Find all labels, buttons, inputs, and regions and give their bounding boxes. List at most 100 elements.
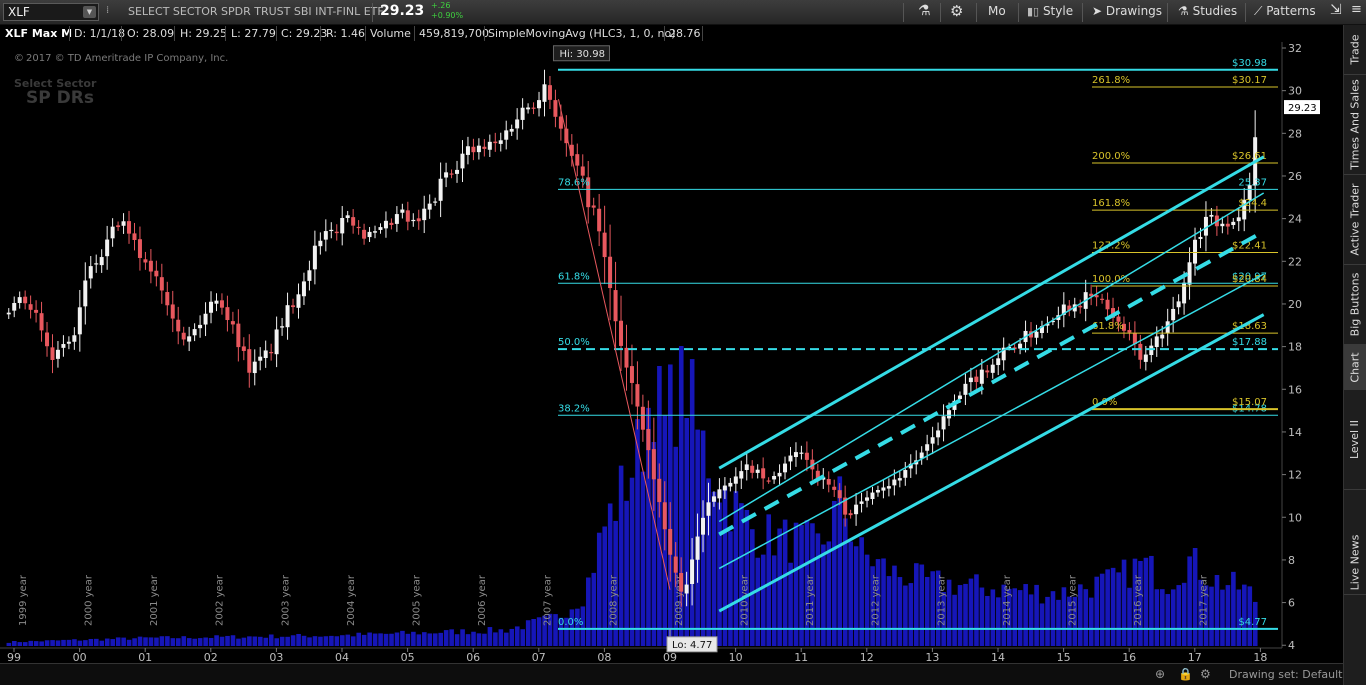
tab-trade-label: Trade xyxy=(1348,34,1362,65)
volume-bar xyxy=(334,636,340,646)
tab-times-and-sales[interactable]: Times And Sales xyxy=(1344,75,1366,175)
time-tick-label: 18 xyxy=(1253,651,1267,663)
fib-retracement-value: $30.98 xyxy=(1232,58,1267,69)
candle-body xyxy=(553,100,558,117)
candle-body xyxy=(460,153,465,169)
gear-icon[interactable]: ⚙ xyxy=(950,2,963,20)
volume-bar xyxy=(307,637,312,646)
candle-body xyxy=(733,476,738,484)
volume-bar xyxy=(110,639,116,646)
drawing-set-label[interactable]: Drawing set: Default xyxy=(1229,668,1342,681)
volume-bar xyxy=(1181,582,1187,646)
candle-body xyxy=(318,240,323,247)
volume-bar xyxy=(476,633,482,646)
candle-body xyxy=(143,259,148,263)
candle-body xyxy=(504,130,509,140)
tab-active-trader[interactable]: Active Trader xyxy=(1344,175,1366,265)
menu-icon[interactable]: ≡ xyxy=(1351,2,1362,17)
year-label: 2017 year xyxy=(1199,574,1210,626)
volume-bar xyxy=(1149,555,1154,646)
divider xyxy=(414,26,415,41)
volume-bar xyxy=(914,563,919,646)
time-tick-label: 12 xyxy=(860,651,874,663)
drawings-menu[interactable]: ➤ Drawings xyxy=(1092,4,1162,18)
year-label: 2001 year xyxy=(149,574,160,626)
volume-bar xyxy=(536,617,542,646)
candle-body xyxy=(263,350,268,359)
tab-chart[interactable]: Chart xyxy=(1344,345,1366,390)
volume-bar xyxy=(733,491,739,646)
candle-body xyxy=(624,347,629,368)
year-label: 2004 year xyxy=(346,574,357,626)
drawings-label: Drawings xyxy=(1105,4,1163,18)
volume-bar xyxy=(1187,556,1192,646)
volume-bar xyxy=(61,639,66,646)
volume-bar xyxy=(252,636,258,646)
volume-bar xyxy=(985,595,990,646)
candle-body xyxy=(996,358,1001,366)
symbol-value[interactable]: XLF xyxy=(8,5,30,19)
candle-body xyxy=(312,245,317,270)
volume-bar xyxy=(66,639,72,646)
grid-icon[interactable]: ⁞ xyxy=(106,5,109,16)
candle-body xyxy=(706,502,711,516)
candle-body xyxy=(301,281,306,297)
divider xyxy=(976,3,977,22)
candle-body xyxy=(373,231,378,233)
symbol-input[interactable]: XLF ▼ xyxy=(3,3,99,21)
study-label[interactable]: SimpleMovingAvg (HLC3, 1, 0, no) xyxy=(488,27,676,40)
divider xyxy=(702,26,703,41)
volume-bar xyxy=(864,554,870,646)
candle-body xyxy=(192,329,197,336)
price-tick-label: 24 xyxy=(1288,213,1302,226)
fib-extension-label: 261.8% xyxy=(1092,75,1130,86)
candle-body xyxy=(701,517,706,535)
candle-body xyxy=(214,300,219,304)
volume-bar xyxy=(487,627,493,646)
high-marker-label: Hi: 30.98 xyxy=(559,49,604,60)
expand-icon[interactable]: ⇲ xyxy=(1330,2,1342,18)
price-chart[interactable]: © 2017 © TD Ameritrade IP Company, Inc. … xyxy=(0,42,1343,663)
candle-body xyxy=(203,313,208,325)
flask-icon[interactable]: ⚗ xyxy=(918,3,931,19)
aggregation-button[interactable]: Mo xyxy=(988,4,1006,18)
studies-menu[interactable]: ⚗ Studies xyxy=(1178,4,1237,18)
crosshair-icon[interactable]: ⊕ xyxy=(1155,667,1165,681)
chart-title[interactable]: XLF Max M xyxy=(5,27,72,40)
tab-level-ii[interactable]: Level II xyxy=(1344,390,1366,490)
volume-bar xyxy=(1154,589,1160,646)
candle-body xyxy=(646,429,651,451)
settings-icon[interactable]: ⚙ xyxy=(1200,667,1211,681)
candle-body xyxy=(580,166,585,176)
tab-live-news[interactable]: Live News xyxy=(1344,530,1366,595)
candle-body xyxy=(640,406,645,430)
volume-bar xyxy=(996,597,1001,646)
divider xyxy=(365,26,366,41)
style-menu[interactable]: ▮▯ Style xyxy=(1027,4,1073,18)
volume-bar xyxy=(126,639,132,646)
candle-body xyxy=(121,221,126,226)
bar-range: R: 1.46 xyxy=(326,27,365,40)
volume-bar xyxy=(1225,585,1231,646)
volume-bar xyxy=(394,632,400,646)
tab-big-buttons[interactable]: Big Buttons xyxy=(1344,265,1366,345)
volume-bar xyxy=(1012,588,1018,646)
candle-body xyxy=(241,346,246,351)
volume-bar xyxy=(422,632,427,646)
year-label: 2007 year xyxy=(543,574,554,626)
patterns-menu[interactable]: ⟋ Patterns xyxy=(1254,4,1316,19)
candle-body xyxy=(187,336,192,342)
volume-bar xyxy=(312,636,318,646)
candle-body xyxy=(941,416,946,430)
fib-extension-label: 100.0% xyxy=(1092,274,1130,285)
lock-icon[interactable]: 🔒 xyxy=(1178,667,1193,681)
tab-trade[interactable]: Trade xyxy=(1344,25,1366,75)
volume-bar xyxy=(263,637,269,646)
right-sidebar: Trade Times And Sales Active Trader Big … xyxy=(1343,25,1366,685)
candle-body xyxy=(968,377,973,383)
volume-bar xyxy=(1056,599,1061,646)
patterns-label: Patterns xyxy=(1266,4,1316,18)
candle-body xyxy=(526,107,531,110)
volume-label[interactable]: Volume xyxy=(370,27,411,40)
chevron-down-icon[interactable]: ▼ xyxy=(83,6,96,18)
